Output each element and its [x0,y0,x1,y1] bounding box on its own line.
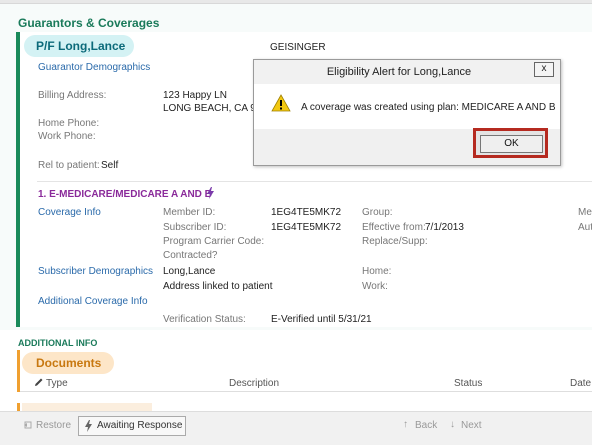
coverage-title: 1. E-MEDICARE/MEDICARE A AND B [38,189,212,200]
next-section-accent-bar [17,403,20,411]
work-label: Work: [362,281,388,292]
down-arrow-icon: ↓ [450,419,455,430]
lightning-icon [206,187,215,199]
verification-status-value: E-Verified until 5/31/21 [271,314,372,325]
column-date[interactable]: Date [570,378,591,389]
rel-to-patient-label: Rel to patient: [38,160,100,171]
work-phone-label: Work Phone: [38,131,96,142]
truncated-label-2: Aut [578,222,592,233]
address-linked: Address linked to patient [163,281,273,292]
verification-status-label: Verification Status: [163,314,246,325]
home-label: Home: [362,266,392,277]
effective-value: 7/1/2013 [425,222,464,233]
additional-info-title: ADDITIONAL INFO [18,338,98,348]
eligibility-alert-dialog: Eligibility Alert for Long,Lance x A cov… [253,59,561,166]
section-title: Guarantors & Coverages [18,16,160,30]
documents-accent-bar [17,350,20,392]
documents-pill[interactable]: Documents [22,352,114,374]
ok-highlight: OK [473,128,548,158]
guarantor-demographics-link[interactable]: Guarantor Demographics [38,62,150,73]
column-description[interactable]: Description [229,378,279,389]
subscriber-id-value: 1EG4TE5MK72 [271,222,342,233]
lightning-icon [85,420,92,432]
contracted-label: Contracted? [163,250,218,261]
divider [37,181,592,182]
rel-to-patient-value: Self [101,160,119,171]
member-id-label: Member ID: [163,207,216,218]
back-button[interactable]: Back [415,420,437,431]
dialog-message: A coverage was created using plan: MEDIC… [301,102,556,113]
replace-supp-label: Replace/Supp: [362,236,428,247]
guarantor-name: P/F Long,Lance [36,39,126,53]
table-header-divider [20,391,592,392]
program-carrier-label: Program Carrier Code: [163,236,265,247]
group-label: Group: [362,207,393,218]
awaiting-response-button[interactable]: Awaiting Response [78,416,186,436]
next-section-pill [22,403,152,411]
billing-address-line2: LONG BEACH, CA 908 [163,103,253,114]
restore-icon [22,419,34,431]
column-type[interactable]: Type [46,378,68,389]
additional-coverage-info-link[interactable]: Additional Coverage Info [38,296,148,307]
subscriber-name: Long,Lance [163,266,216,277]
guarantor-name-pill[interactable]: P/F Long,Lance [24,35,134,57]
effective-label: Effective from: [362,222,426,233]
ok-button[interactable]: OK [480,135,543,153]
up-arrow-icon: ↑ [403,419,408,430]
truncated-label-1: Me [578,207,592,218]
documents-label: Documents [36,356,102,370]
subscriber-id-label: Subscriber ID: [163,222,227,233]
payer-name: GEISINGER [270,42,326,53]
home-phone-label: Home Phone: [38,118,100,129]
awaiting-response-label: Awaiting Response [97,420,183,431]
column-status[interactable]: Status [454,378,482,389]
subscriber-demographics-link[interactable]: Subscriber Demographics [38,266,153,277]
next-button[interactable]: Next [461,420,482,431]
member-id-value: 1EG4TE5MK72 [271,207,342,218]
billing-address-line1: 123 Happy LN [163,90,227,101]
pencil-icon [34,377,44,387]
guarantor-accent-bar [16,32,20,327]
restore-button[interactable]: Restore [36,420,71,431]
dialog-close-button[interactable]: x [534,62,554,77]
dialog-title: Eligibility Alert for Long,Lance [326,66,472,78]
billing-address-label: Billing Address: [38,90,107,101]
coverage-info-link[interactable]: Coverage Info [38,207,101,218]
warning-icon [271,94,291,112]
